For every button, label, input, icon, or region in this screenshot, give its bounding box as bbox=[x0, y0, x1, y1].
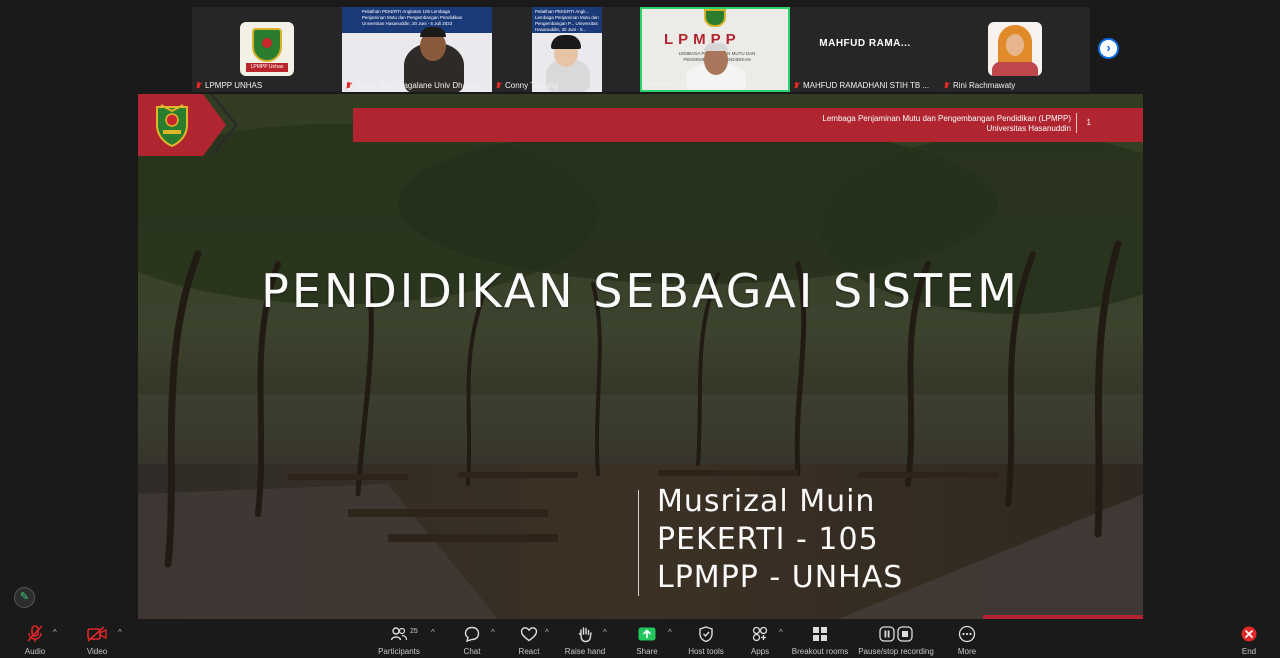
muted-mic-icon bbox=[195, 81, 203, 90]
raise-hand-icon bbox=[578, 626, 592, 642]
participants-button[interactable]: Participants bbox=[376, 620, 422, 658]
chevron-up-icon[interactable]: ^ bbox=[118, 628, 126, 637]
apps-icon bbox=[752, 626, 768, 642]
slide-title: PENDIDIKAN SEBAGAI SISTEM bbox=[261, 264, 1020, 318]
chevron-up-icon[interactable]: ^ bbox=[545, 628, 553, 637]
chat-icon bbox=[464, 626, 480, 642]
video-button[interactable]: Video bbox=[82, 620, 112, 658]
muted-mic-icon bbox=[345, 81, 353, 90]
apps-button[interactable]: Apps bbox=[747, 620, 773, 658]
chat-button[interactable]: Chat bbox=[460, 620, 484, 658]
shield-icon bbox=[699, 626, 713, 642]
pause-stop-recording-icon bbox=[879, 626, 913, 642]
author-name: Musrizal Muin bbox=[657, 484, 876, 519]
pause-stop-recording-button[interactable]: Pause/stop recording bbox=[858, 620, 934, 658]
breakout-rooms-button[interactable]: Breakout rooms bbox=[792, 620, 848, 658]
chevron-up-icon[interactable]: ^ bbox=[491, 628, 499, 637]
participant-video: Pelatihan PEKERTI Angk... Lembaga Penjam… bbox=[532, 7, 602, 92]
heart-icon bbox=[520, 627, 538, 642]
participant-name-card: MAHFUD RAMA... bbox=[819, 38, 911, 49]
participant-name: LPMPP UNHAS bbox=[205, 81, 263, 90]
share-button[interactable]: Share bbox=[634, 620, 660, 658]
logo-caption: LPMPP Unhas bbox=[246, 63, 288, 72]
chevron-up-icon[interactable]: ^ bbox=[603, 628, 611, 637]
react-button[interactable]: React bbox=[516, 620, 542, 658]
participant-name: Rini Rachmawaty bbox=[953, 81, 1016, 90]
video-banner-text: Pelatihan PEKERTI Angkatan 105 Lembaga P… bbox=[362, 9, 463, 26]
muted-mic-icon bbox=[943, 81, 951, 90]
host-tools-button[interactable]: Host tools bbox=[686, 620, 726, 658]
muted-mic-icon bbox=[495, 81, 503, 90]
raise-hand-button[interactable]: Raise hand bbox=[563, 620, 607, 658]
breakout-rooms-icon bbox=[813, 627, 827, 641]
participant-video: Pelatihan PEKERTI Angkatan 105 Lembaga P… bbox=[342, 7, 492, 92]
author-program: PEKERTI - 105 bbox=[657, 522, 879, 557]
participant-tile[interactable]: MAHFUD RAMA... MAHFUD RAMADHANI STIH TB … bbox=[790, 7, 940, 92]
participant-tile[interactable]: Rini Rachmawaty bbox=[940, 7, 1090, 92]
chevron-up-icon[interactable]: ^ bbox=[53, 628, 61, 637]
shared-screen: Lembaga Penjaminan Mutu dan Pengembangan… bbox=[138, 94, 1143, 619]
participant-avatar bbox=[988, 22, 1042, 76]
participant-name: MAHFUD RAMADHANI STIH TB ... bbox=[803, 81, 930, 90]
slide-page-number: 1 bbox=[1086, 118, 1091, 127]
muted-mic-icon bbox=[793, 81, 801, 90]
participant-name: Andris Beni Sagalane Univ Dharma I... bbox=[355, 81, 489, 90]
muted-mic-icon bbox=[27, 625, 43, 642]
meeting-toolbar: Audio ^ Video ^ Participants 25 ^ Chat ^… bbox=[0, 620, 1280, 658]
participants-icon bbox=[391, 627, 407, 641]
more-button[interactable]: More bbox=[954, 620, 980, 658]
participant-tile[interactable]: Pelatihan PEKERTI Angkatan 105 Lembaga P… bbox=[342, 7, 492, 92]
annotate-pencil-icon[interactable]: ✎ bbox=[14, 587, 35, 608]
end-meeting-button[interactable]: End bbox=[1238, 620, 1260, 658]
more-icon bbox=[958, 625, 976, 643]
participant-video: LPMPP LEMBAGA PENJAMINAN MUTU DAN PENGEM… bbox=[642, 9, 788, 90]
institution-name: Lembaga Penjaminan Mutu dan Pengembangan… bbox=[822, 114, 1071, 133]
forest-background bbox=[138, 94, 1143, 619]
video-off-icon bbox=[87, 626, 107, 642]
participant-tile-active-speaker[interactable]: LPMPP LEMBAGA PENJAMINAN MUTU DAN PENGEM… bbox=[640, 7, 790, 92]
share-screen-icon bbox=[638, 627, 656, 641]
crest-icon bbox=[252, 28, 282, 62]
audio-button[interactable]: Audio bbox=[20, 620, 50, 658]
chevron-up-icon[interactable]: ^ bbox=[779, 628, 787, 637]
participant-tile[interactable]: LPMPP Unhas LPMPP UNHAS bbox=[192, 7, 342, 92]
participant-tile[interactable]: Pelatihan PEKERTI Angk... Lembaga Penjam… bbox=[492, 7, 642, 92]
crest-icon bbox=[704, 9, 726, 27]
participant-name: Conny Tanjung bbox=[505, 81, 559, 90]
unhas-crest-icon bbox=[156, 104, 188, 147]
participant-name: Musrizal Muin bbox=[645, 79, 695, 88]
close-icon bbox=[1241, 626, 1257, 642]
chevron-right-icon[interactable]: › bbox=[1098, 38, 1119, 59]
lpmpp-logo: LPMPP Unhas bbox=[240, 22, 294, 76]
video-banner-text: Pelatihan PEKERTI Angk... Lembaga Penjam… bbox=[535, 9, 599, 32]
chevron-up-icon[interactable]: ^ bbox=[431, 628, 439, 637]
chevron-up-icon[interactable]: ^ bbox=[668, 628, 676, 637]
author-org: LPMPP - UNHAS bbox=[657, 560, 904, 595]
participants-count: 25 bbox=[410, 628, 418, 635]
participant-strip: LPMPP Unhas LPMPP UNHAS Pelatihan PEKERT… bbox=[192, 7, 1090, 92]
wall-sign-text: LPMPP bbox=[664, 31, 741, 48]
author-divider bbox=[638, 490, 639, 596]
